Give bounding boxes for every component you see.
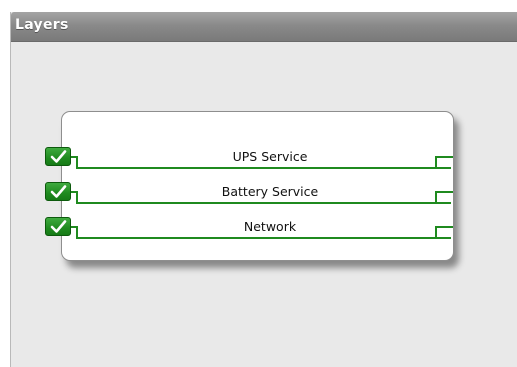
layer-row-ups-service[interactable]: UPS Service bbox=[45, 145, 453, 171]
panel-header: Layers bbox=[11, 12, 517, 42]
layer-checkbox-ups-service[interactable] bbox=[45, 147, 71, 166]
checkmark-icon bbox=[50, 150, 67, 163]
layer-row-battery-service[interactable]: Battery Service bbox=[45, 180, 453, 206]
layer-label: UPS Service bbox=[232, 149, 308, 164]
layer-row-network[interactable]: Network bbox=[45, 215, 453, 241]
layer-label: Network bbox=[243, 219, 297, 234]
panel-title: Layers bbox=[15, 17, 69, 33]
layer-label: Battery Service bbox=[221, 184, 319, 199]
checkmark-icon bbox=[50, 185, 67, 198]
layer-checkbox-battery-service[interactable] bbox=[45, 182, 71, 201]
layer-checkbox-network[interactable] bbox=[45, 217, 71, 236]
checkmark-icon bbox=[50, 220, 67, 233]
